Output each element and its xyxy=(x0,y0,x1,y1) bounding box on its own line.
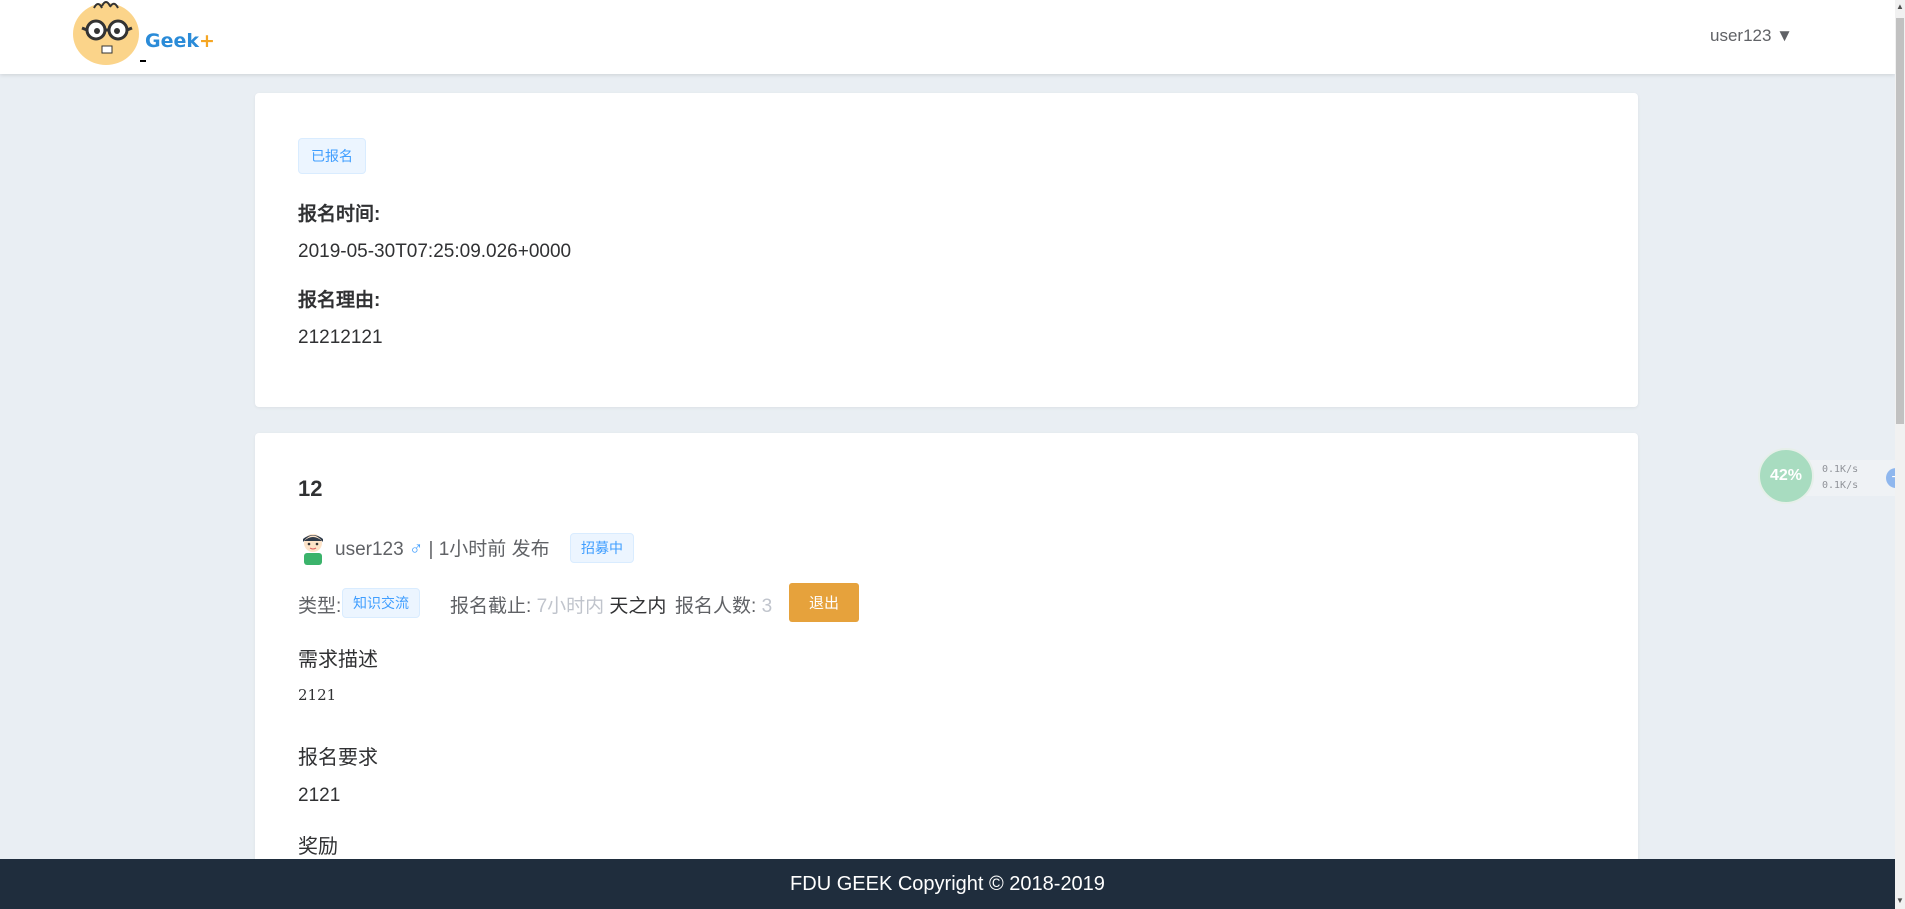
type-label: 类型: xyxy=(298,596,342,617)
scroll-up-arrow-icon[interactable]: ▲ xyxy=(1896,2,1904,12)
type-tag: 知识交流 xyxy=(342,588,420,618)
scroll-down-arrow-icon[interactable]: ▼ xyxy=(1896,896,1904,906)
user-menu-dropdown[interactable]: user123 ▼ xyxy=(1710,26,1793,46)
posted-time: 1小时前 xyxy=(438,539,507,560)
copyright-text: FDU GEEK Copyright © 2018-2019 xyxy=(790,873,1105,895)
site-logo[interactable]: Geek+ xyxy=(72,0,222,70)
posted-suffix: 发布 xyxy=(511,539,550,560)
registration-card: 已报名 报名时间: 2019-05-30T07:25:09.026+0000 报… xyxy=(255,93,1638,407)
male-icon: ♂ xyxy=(408,539,424,560)
requirement-heading: 报名要求 xyxy=(298,747,378,769)
registration-time-value: 2019-05-30T07:25:09.026+0000 xyxy=(298,241,572,262)
description-heading: 需求描述 xyxy=(298,649,378,671)
registration-reason-value: 21212121 xyxy=(298,327,383,348)
author-name[interactable]: user123 xyxy=(335,539,404,560)
activity-title: 12 xyxy=(298,476,323,501)
logo-text: Geek+ xyxy=(145,30,215,52)
registration-time-label: 报名时间: xyxy=(298,204,381,225)
status-badge: 已报名 xyxy=(298,138,366,174)
deadline-label: 报名截止: xyxy=(450,596,532,617)
download-speed: 0.1K/s xyxy=(1822,480,1859,491)
deadline-line: 报名截止: 7小时内 天之内 xyxy=(450,591,666,618)
top-header: Geek+ user123 ▼ xyxy=(0,0,1895,74)
requirement-text: 2121 xyxy=(298,785,341,806)
page-footer: FDU GEEK Copyright © 2018-2019 xyxy=(0,859,1895,909)
deadline-value: 7小时内 xyxy=(536,596,605,617)
geek-face-icon xyxy=(73,1,139,65)
page-scrollbar[interactable]: ▲ ▼ xyxy=(1895,0,1905,909)
registration-reason-label: 报名理由: xyxy=(298,290,381,311)
count-label: 报名人数: xyxy=(675,596,757,617)
deadline-suffix: 天之内 xyxy=(609,596,667,617)
quit-button[interactable]: 退出 xyxy=(789,583,859,622)
network-speed-widget[interactable]: ↑ 0.1K/s ↓ 0.1K/s 42% + xyxy=(1758,448,1905,506)
activity-card: 12 user123 ♂ | 1小时前 发布 招募中 类型: 知识交流 报名截止… xyxy=(255,433,1638,909)
user-avatar-icon xyxy=(303,534,323,565)
recruiting-badge: 招募中 xyxy=(570,533,634,563)
count-value: 3 xyxy=(761,596,773,617)
usage-percent-circle[interactable]: 42% xyxy=(1758,448,1814,504)
meta-separator: | xyxy=(428,539,434,560)
scroll-thumb[interactable] xyxy=(1896,18,1904,424)
description-text: 2121 xyxy=(298,686,337,704)
upload-speed: 0.1K/s xyxy=(1822,464,1859,475)
logo-underline xyxy=(140,60,146,62)
author-line: user123 ♂ | 1小时前 发布 xyxy=(335,534,550,561)
reward-heading: 奖励 xyxy=(298,836,338,858)
count-line: 报名人数: 3 xyxy=(675,591,772,618)
